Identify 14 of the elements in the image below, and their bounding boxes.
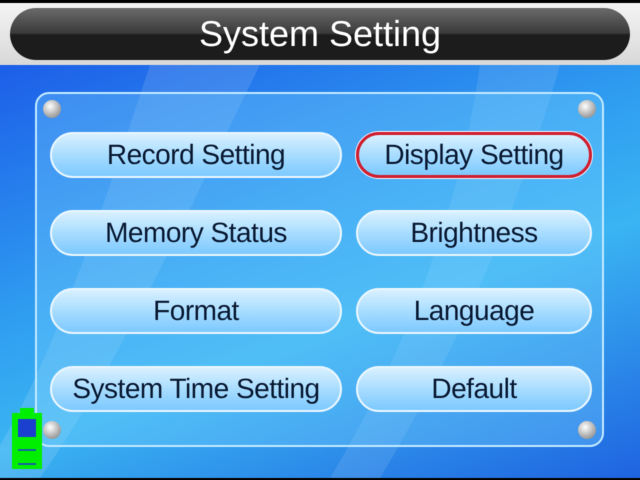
menu-button[interactable]: Default [356,366,592,412]
screw-icon [43,100,61,118]
menu-button[interactable]: Memory Status [50,210,342,256]
menu-button[interactable]: Brightness [356,210,592,256]
battery-icon [10,408,44,470]
screen-title: System Setting [10,8,630,60]
screw-icon [43,421,61,439]
screw-icon [578,100,596,118]
menu-button[interactable]: Display Setting [356,132,592,178]
menu-button[interactable]: Format [50,288,342,334]
menu-button[interactable]: Language [356,288,592,334]
menu-button[interactable]: Record Setting [50,132,342,178]
screw-icon [578,421,596,439]
menu-button[interactable]: System Time Setting [50,366,342,412]
